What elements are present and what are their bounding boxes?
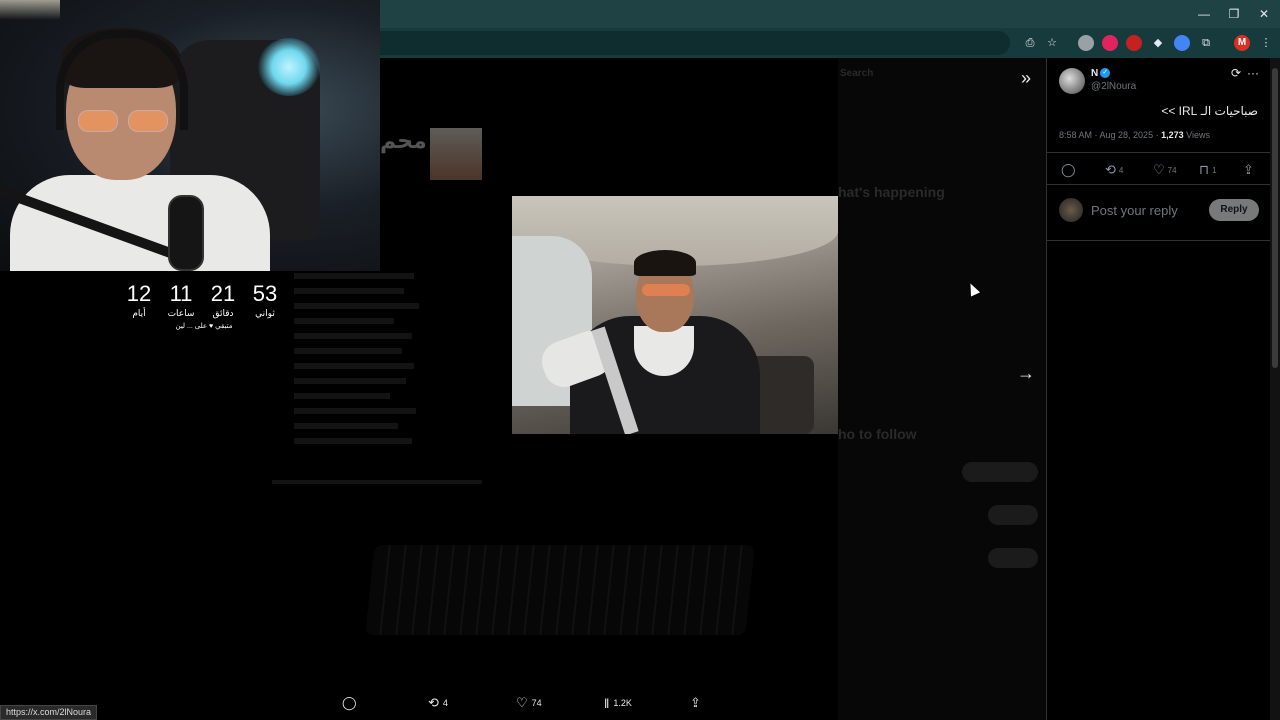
translate-icon[interactable] (1174, 35, 1190, 51)
collage-title: محم (380, 128, 427, 153)
keyboard-background (365, 545, 755, 635)
minimize-button[interactable]: — (1189, 4, 1219, 24)
link-status-bar: https://x.com/2lNoura (0, 705, 98, 720)
retweet-icon: ⟲ (428, 695, 439, 710)
bookmark-star-icon[interactable]: ☆ (1044, 35, 1060, 51)
next-media-button[interactable]: → (1012, 359, 1040, 387)
address-bar[interactable] (380, 31, 1010, 55)
page-scrollbar[interactable] (1270, 58, 1280, 720)
media-retweet-button[interactable]: ⟲ 4 (428, 692, 448, 714)
media-like-button[interactable]: ♡ 74 (516, 692, 542, 714)
reply-submit-button[interactable]: Reply (1209, 199, 1259, 221)
grok-icon[interactable]: ⟳ (1231, 66, 1241, 80)
countdown-minutes: 21 دقائق (210, 281, 236, 319)
background-screenshot: محم (272, 98, 486, 488)
tweet-text: صباحيات الـ IRL >> (1161, 104, 1258, 118)
restore-button[interactable]: ❐ (1219, 4, 1249, 24)
bookmark-button[interactable]: ⊓ 1 (1199, 162, 1217, 178)
share-icon: ⇪ (1243, 162, 1254, 177)
extensions-puzzle-icon[interactable]: ⧉ (1198, 35, 1214, 51)
microphone (168, 195, 204, 271)
author-handle[interactable]: @2lNoura (1091, 81, 1136, 92)
retweet-button[interactable]: ⟲ 4 (1105, 162, 1123, 178)
retweet-icon: ⟲ (1105, 162, 1116, 177)
extension-icon[interactable]: ◆ (1150, 35, 1166, 51)
reply-input[interactable]: Post your reply (1091, 203, 1178, 218)
close-button[interactable]: ✕ (1249, 4, 1279, 24)
tweet-media-image[interactable] (512, 196, 838, 434)
heart-icon: ♡ (516, 695, 528, 710)
bookmark-icon: ⊓ (1199, 162, 1210, 177)
media-views-button[interactable]: ǁ 1.2K (604, 692, 632, 714)
share-icon: ⇪ (690, 695, 701, 710)
countdown-days: 12 أيام (126, 281, 152, 319)
browser-titlebar (380, 0, 1280, 28)
expand-panel-button[interactable]: » (1012, 64, 1040, 92)
profile-avatar[interactable]: M (1234, 35, 1250, 51)
countdown-note: متبقي ♥ على ... لين (175, 323, 233, 330)
media-reply-button[interactable]: ◯ (342, 692, 357, 714)
extension-icon[interactable] (1078, 35, 1094, 51)
neon-logo (258, 38, 320, 96)
more-options-icon[interactable]: ··· (1247, 66, 1259, 80)
share-button[interactable]: ⇪ (1243, 162, 1254, 178)
extension-icon[interactable] (1126, 35, 1142, 51)
extension-icon[interactable] (1102, 35, 1118, 51)
browser-menu-icon[interactable]: ⋮ (1258, 35, 1274, 51)
countdown-hours: 11 ساعات (167, 281, 195, 319)
heart-icon: ♡ (1153, 162, 1165, 177)
reply-button[interactable]: ◯ (1061, 162, 1076, 178)
author-name[interactable]: N ✓ (1091, 68, 1111, 79)
media-share-button[interactable]: ⇪ (690, 692, 701, 714)
reply-icon: ◯ (1061, 162, 1076, 177)
verified-badge-icon: ✓ (1100, 68, 1111, 79)
reply-icon: ◯ (342, 695, 357, 710)
tweet-detail-panel: N ✓ @2lNoura ⟳ ··· صباحيات الـ IRL >> 8:5… (1046, 58, 1271, 720)
analytics-icon: ǁ (604, 695, 610, 711)
like-button[interactable]: ♡ 74 (1153, 162, 1177, 178)
scrollbar-thumb[interactable] (1272, 68, 1278, 368)
collage-photo (430, 128, 482, 180)
install-app-icon[interactable]: ⎙ (1022, 35, 1038, 51)
dimmed-sidebar: Search hat's happening ho to follow (838, 58, 1046, 720)
author-avatar[interactable] (1059, 68, 1085, 94)
tweet-meta: 8:58 AM · Aug 28, 2025 · 1,273 Views (1059, 130, 1210, 140)
viewer-avatar (1059, 198, 1083, 222)
